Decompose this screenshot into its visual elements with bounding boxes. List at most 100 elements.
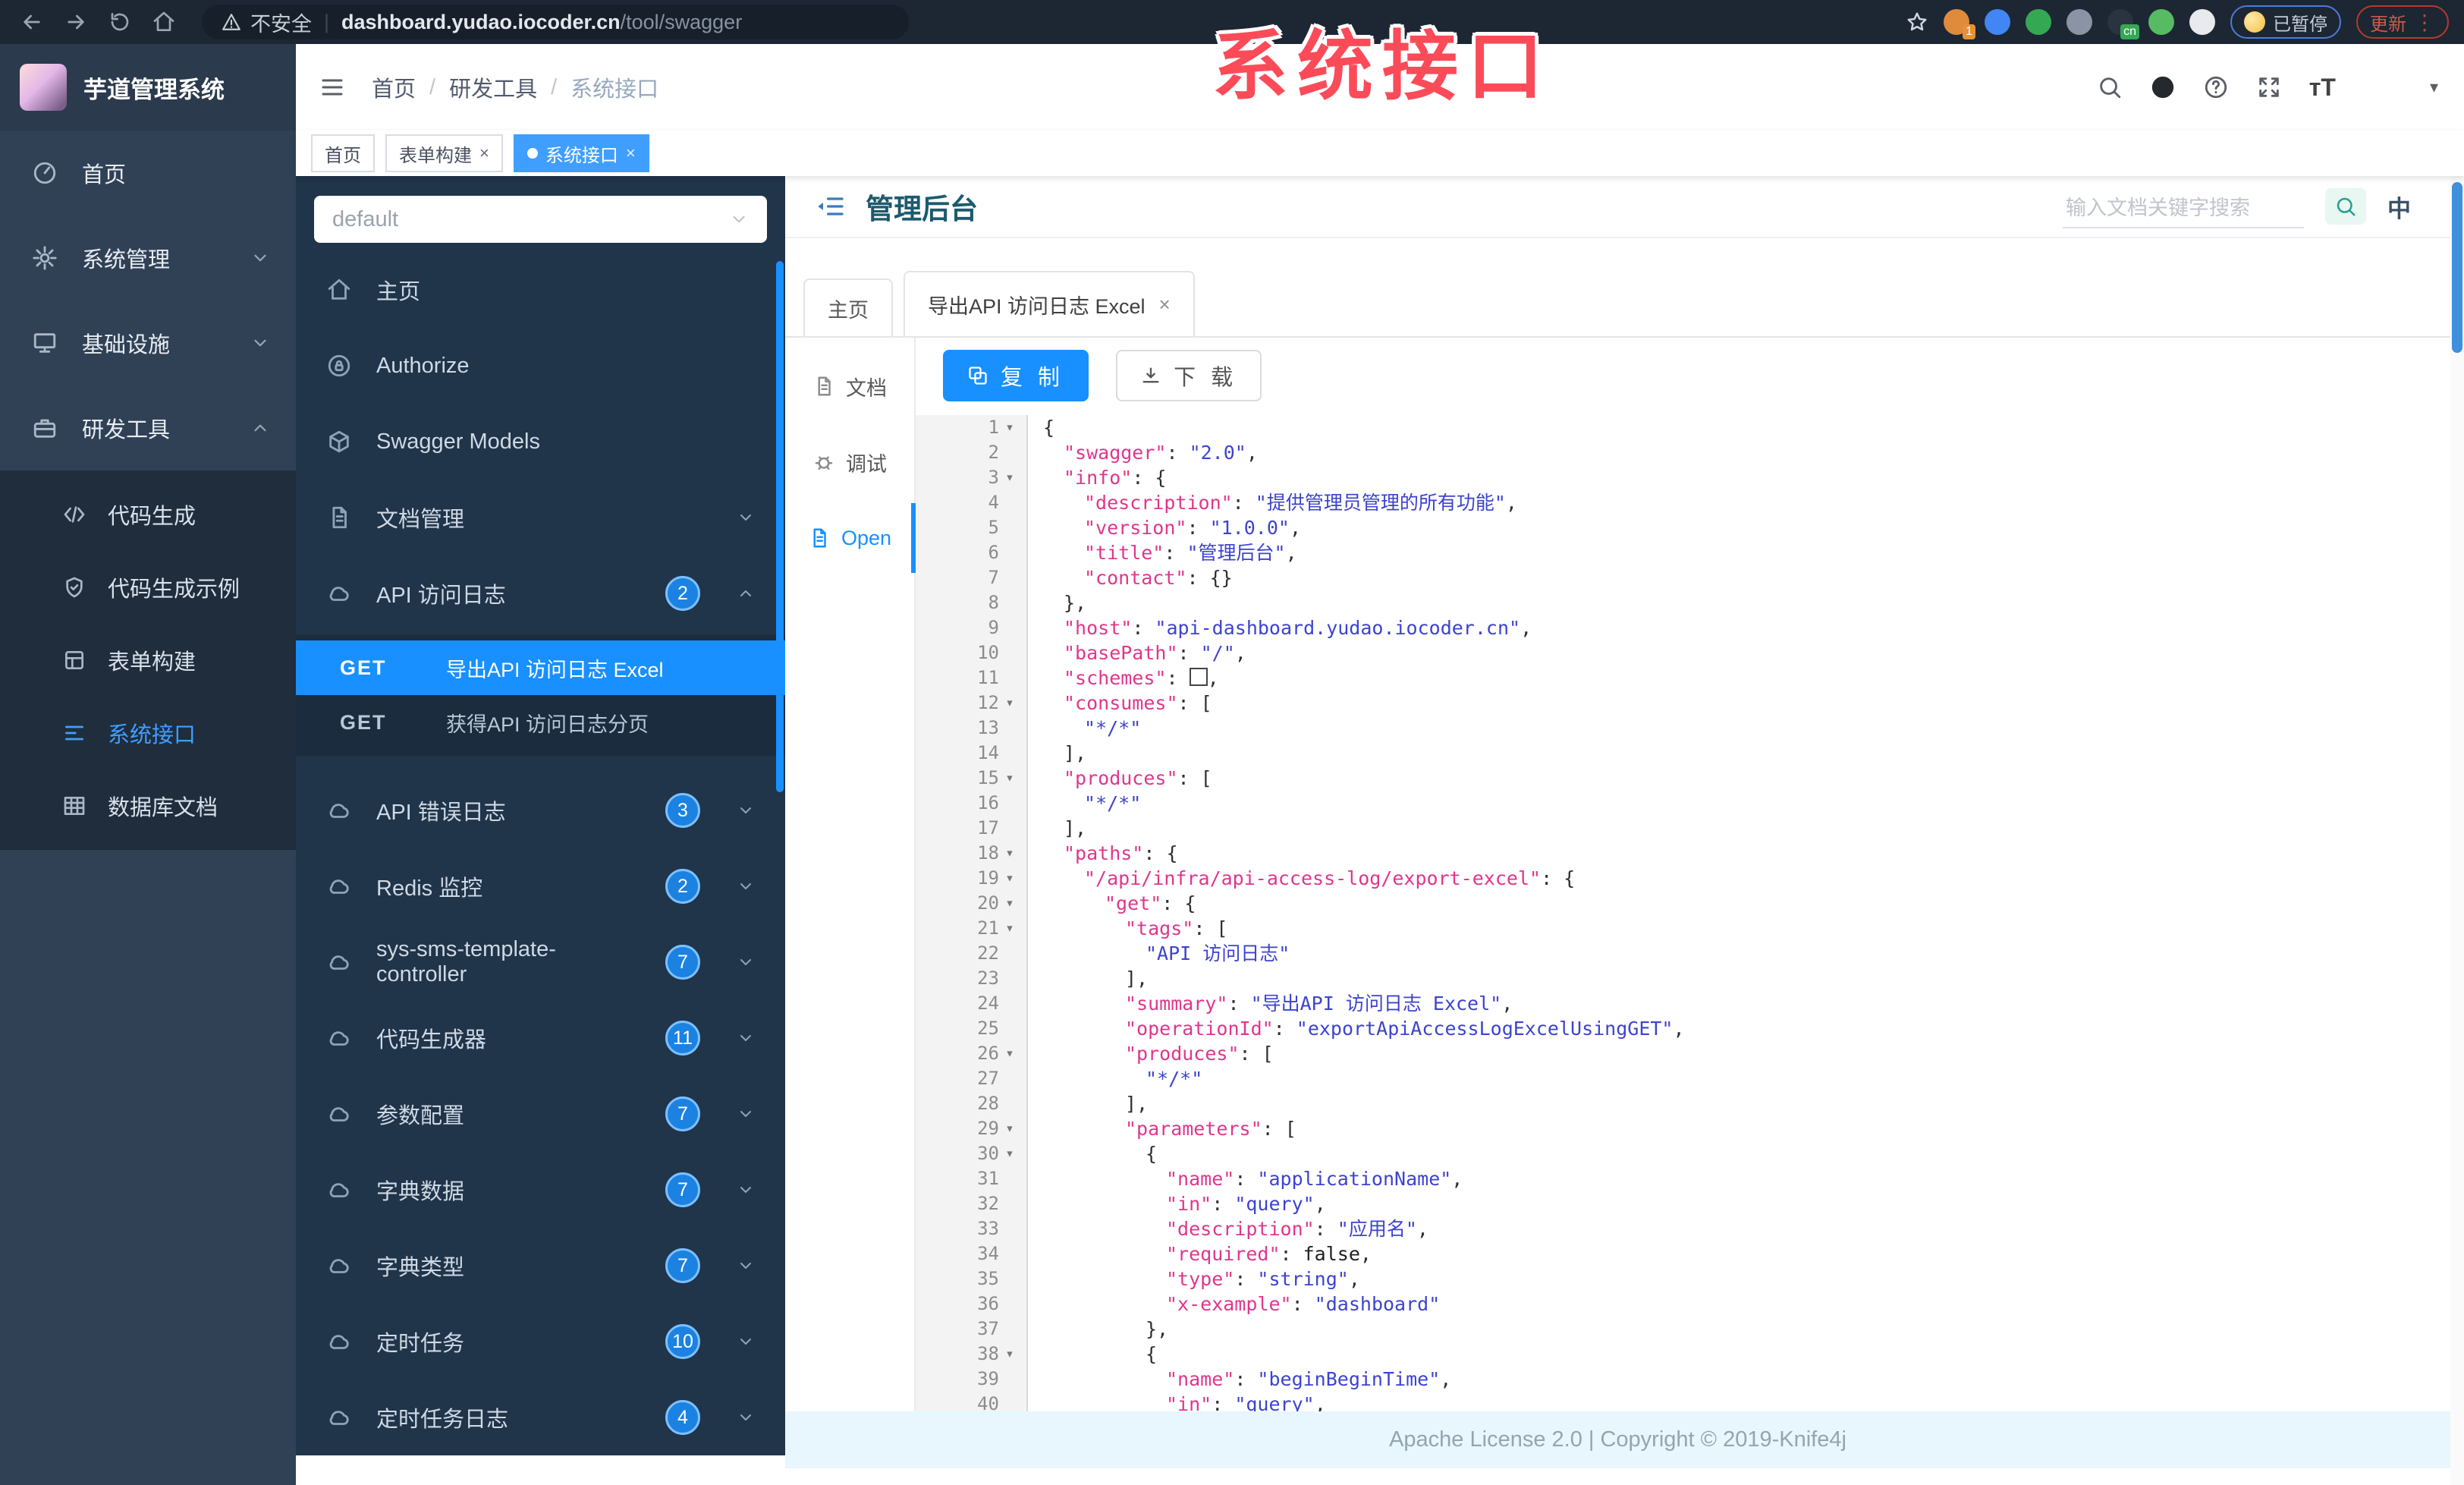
close-icon[interactable]: × <box>626 143 636 163</box>
swagger-menu-item-Swagger Models[interactable]: Swagger Models <box>296 404 785 480</box>
close-icon[interactable]: × <box>1159 293 1171 316</box>
cloud-icon <box>326 580 352 606</box>
shield-icon <box>62 575 86 599</box>
sidebar-item-代码生成示例[interactable]: 代码生成示例 <box>0 551 296 624</box>
github-icon[interactable] <box>2150 74 2176 100</box>
language-switch-icon[interactable]: 中 <box>2387 190 2411 224</box>
fold-marker-icon[interactable]: ▾ <box>999 841 1020 866</box>
controller-group-定时任务[interactable]: 定时任务 10 <box>296 1304 785 1380</box>
doc-search-button[interactable] <box>2325 188 2366 225</box>
extension-snowflake[interactable] <box>2189 9 2215 35</box>
tab-tag-首页[interactable]: 首页 <box>311 134 375 172</box>
sidebar-item-系统接口[interactable]: 系统接口 <box>0 697 296 769</box>
tab-tag-表单构建[interactable]: 表单构建 × <box>385 134 503 172</box>
update-browser-pill[interactable]: 更新 ⋮ <box>2356 5 2449 39</box>
line-number: 4 <box>988 492 999 513</box>
tag-label: 首页 <box>325 145 361 166</box>
doc-tab-导出API 访问日志 Excel[interactable]: 导出API 访问日志 Excel × <box>904 271 1195 336</box>
code-text: "contact": {} <box>1084 567 1233 589</box>
rail-item-调试[interactable]: 调试 <box>785 424 914 500</box>
controller-group-参数配置[interactable]: 参数配置 7 <box>296 1076 785 1152</box>
sidebar-item-数据库文档[interactable]: 数据库文档 <box>0 769 296 842</box>
code-line: 10 "basePath": "/", <box>916 640 2450 665</box>
fold-marker-icon[interactable]: ▾ <box>999 465 1020 490</box>
browser-forward-icon[interactable] <box>64 10 88 34</box>
search-icon[interactable] <box>2097 74 2123 100</box>
extension-orange[interactable]: 1 <box>1944 9 1975 39</box>
tab-tag-系统接口[interactable]: 系统接口 × <box>513 134 649 172</box>
chevron-down-icon <box>737 953 755 971</box>
help-icon[interactable] <box>2203 74 2229 100</box>
swagger-menu-item-API 访问日志[interactable]: API 访问日志 2 <box>296 555 785 631</box>
rail-item-Open[interactable]: Open <box>785 500 914 576</box>
fullscreen-icon[interactable] <box>2256 74 2282 100</box>
cloud-icon <box>326 873 352 899</box>
sidebar-item-代码生成[interactable]: 代码生成 <box>0 478 296 551</box>
collapse-doc-sidebar-icon[interactable] <box>816 191 846 222</box>
paused-extension-pill[interactable]: 已暂停 <box>2230 5 2341 39</box>
code-text: "basePath": "/", <box>1064 642 1246 664</box>
browser-menu-icon[interactable]: ⋮ <box>2414 10 2435 35</box>
fold-marker-icon[interactable]: ▾ <box>999 866 1020 891</box>
fold-marker-icon[interactable]: ▾ <box>999 1116 1020 1141</box>
sidebar-item-系统管理[interactable]: 系统管理 <box>0 216 296 300</box>
user-menu-caret-icon[interactable]: ▾ <box>2430 77 2438 97</box>
endpoint-导出API 访问日志 Excel[interactable]: GET 导出API 访问日志 Excel <box>296 640 785 695</box>
fold-marker-icon[interactable]: ▾ <box>999 691 1020 716</box>
browser-reload-icon[interactable] <box>108 10 132 34</box>
chevron-down-icon <box>737 1105 755 1123</box>
main-scrollbar[interactable] <box>2450 176 2464 1485</box>
fold-marker-icon[interactable]: ▾ <box>999 891 1020 916</box>
controller-group-API 错误日志[interactable]: API 错误日志 3 <box>296 772 785 848</box>
extension-grid[interactable] <box>2066 9 2092 35</box>
copy-icon <box>967 365 988 386</box>
doc-search-input[interactable]: 输入文档关键字搜索 <box>2063 185 2304 228</box>
fold-marker-icon[interactable]: ▾ <box>999 1342 1020 1367</box>
sidebar-item-基础设施[interactable]: 基础设施 <box>0 300 296 385</box>
controller-group-sys-sms-template-controller[interactable]: sys-sms-template-controller 7 <box>296 924 785 1000</box>
bookmark-star-icon[interactable] <box>1906 11 1928 33</box>
download-button[interactable]: 下 载 <box>1116 350 1262 401</box>
fold-marker-icon[interactable]: ▾ <box>999 916 1020 941</box>
doc-tab-主页[interactable]: 主页 <box>803 278 893 336</box>
app-logo-header[interactable]: 芋道管理系统 <box>0 44 296 131</box>
endpoint-获得API 访问日志分页[interactable]: GET 获得API 访问日志分页 <box>296 695 785 750</box>
extension-cn-translate[interactable]: cn <box>2107 9 2139 39</box>
rail-item-文档[interactable]: 文档 <box>785 348 914 424</box>
swagger-sidebar-scrollbar[interactable] <box>776 261 784 792</box>
extension-leaf[interactable] <box>2148 9 2174 35</box>
controller-group-字典类型[interactable]: 字典类型 7 <box>296 1228 785 1304</box>
extension-green-circle[interactable] <box>2026 9 2051 35</box>
not-secure-warning-icon <box>222 12 241 32</box>
swagger-menu-item-Authorize[interactable]: Authorize <box>296 328 785 404</box>
fold-marker-icon[interactable]: ▾ <box>999 1041 1020 1066</box>
controller-group-定时任务日志[interactable]: 定时任务日志 4 <box>296 1380 785 1455</box>
fold-marker-icon[interactable]: ▾ <box>999 766 1020 791</box>
browser-back-icon[interactable] <box>20 10 44 34</box>
sidebar-item-表单构建[interactable]: 表单构建 <box>0 624 296 697</box>
controller-group-Redis 监控[interactable]: Redis 监控 2 <box>296 848 785 924</box>
collapse-sidebar-icon[interactable] <box>319 74 346 101</box>
font-size-icon[interactable]: тT <box>2309 74 2336 102</box>
code-line: 1 ▾ { <box>916 415 2450 440</box>
controller-group-字典数据[interactable]: 字典数据 7 <box>296 1152 785 1228</box>
swagger-menu-item-主页[interactable]: 主页 <box>296 252 785 328</box>
fold-marker-icon[interactable]: ▾ <box>999 415 1020 440</box>
browser-home-icon[interactable] <box>152 10 176 34</box>
close-icon[interactable]: × <box>479 143 489 163</box>
sidebar-item-研发工具[interactable]: 研发工具 <box>0 385 296 470</box>
breadcrumb-item[interactable]: 研发工具 <box>449 71 537 103</box>
extension-location[interactable] <box>1985 9 2010 35</box>
json-code-editor[interactable]: 1 ▾{2 "swagger": "2.0", 3 ▾ "info": {4 "descri… <box>916 415 2450 1411</box>
fold-marker-icon[interactable]: ▾ <box>999 1141 1020 1166</box>
address-bar[interactable]: 不安全 | dashboard.yudao.iocoder.cn /tool/s… <box>202 5 909 39</box>
api-group-select[interactable]: default <box>314 196 767 243</box>
breadcrumb-item[interactable]: 首页 <box>372 71 416 103</box>
avatar[interactable] <box>2363 63 2403 112</box>
copy-button[interactable]: 复 制 <box>943 350 1089 401</box>
sidebar-item-首页[interactable]: 首页 <box>0 131 296 216</box>
controller-group-代码生成器[interactable]: 代码生成器 11 <box>296 1000 785 1076</box>
main-scrollbar-thumb[interactable] <box>2452 182 2462 353</box>
rail-item-label: 文档 <box>846 376 887 400</box>
swagger-menu-item-文档管理[interactable]: 文档管理 <box>296 480 785 555</box>
